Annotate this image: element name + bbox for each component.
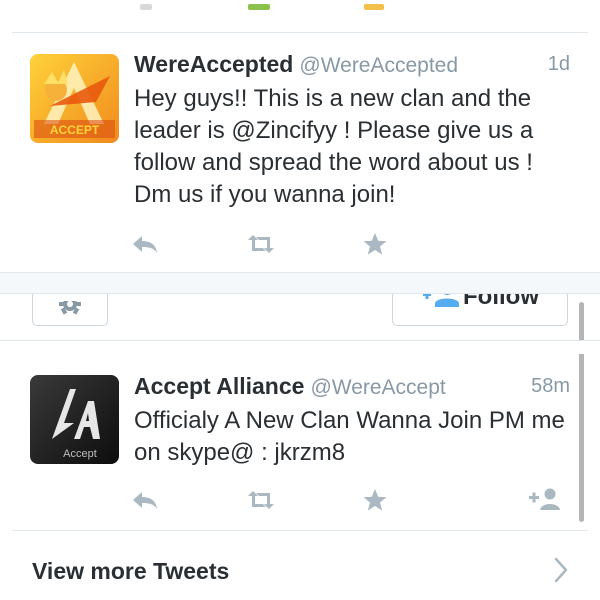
svg-text:ACCEPT: ACCEPT bbox=[50, 123, 100, 137]
reply-icon bbox=[133, 236, 157, 253]
favorite-icon-fragment bbox=[364, 4, 384, 10]
timestamp[interactable]: 1d bbox=[548, 53, 570, 76]
follow-user-icon bbox=[423, 294, 459, 307]
avatar[interactable]: ACCEPT bbox=[30, 54, 119, 143]
follow-user-button[interactable] bbox=[528, 485, 562, 515]
settings-button[interactable] bbox=[32, 294, 108, 326]
tweet-header: WereAccepted @WereAccepted 1d bbox=[134, 51, 570, 81]
handle[interactable]: @WereAccepted bbox=[299, 54, 458, 77]
star-icon bbox=[363, 489, 387, 511]
follow-user-icon bbox=[529, 488, 560, 510]
reply-icon bbox=[133, 492, 157, 509]
previous-tweet-actions-fragment bbox=[0, 0, 600, 30]
tweet-header: Accept Alliance @WereAccept 58m bbox=[134, 373, 570, 403]
favorite-button[interactable] bbox=[358, 485, 392, 515]
retweet-icon-fragment bbox=[248, 4, 270, 10]
retweet-button[interactable] bbox=[244, 485, 278, 515]
tweet-text: Hey guys!! This is a new clan and the le… bbox=[134, 85, 534, 208]
tweet[interactable]: Accept Accept Alliance @WereAccept 58m Of… bbox=[0, 355, 600, 527]
divider bbox=[0, 340, 600, 354]
reply-icon-fragment bbox=[140, 4, 152, 10]
display-name[interactable]: WereAccepted bbox=[134, 51, 293, 77]
retweet-icon bbox=[248, 491, 274, 509]
favorite-button[interactable] bbox=[358, 229, 392, 259]
timeline-separator bbox=[0, 272, 600, 294]
avatar[interactable]: Accept bbox=[30, 375, 119, 464]
retweet-icon bbox=[248, 235, 274, 253]
view-more-tweets-link[interactable]: View more Tweets bbox=[12, 530, 588, 600]
gear-icon bbox=[59, 301, 81, 315]
reply-button[interactable] bbox=[128, 485, 162, 515]
tweet-actions bbox=[0, 229, 600, 259]
reply-button[interactable] bbox=[128, 229, 162, 259]
display-name[interactable]: Accept Alliance bbox=[134, 373, 304, 399]
account-card-fragment: Follow bbox=[0, 294, 600, 340]
tweet[interactable]: ACCEPT WereAccepted @WereAccepted 1d Hey … bbox=[0, 33, 600, 271]
svg-text:Accept: Accept bbox=[63, 448, 97, 460]
handle[interactable]: @WereAccept bbox=[310, 376, 445, 399]
view-more-label: View more Tweets bbox=[32, 558, 230, 584]
follow-button[interactable]: Follow bbox=[392, 294, 568, 326]
tweet-actions bbox=[0, 485, 600, 515]
accept-logo-orange-icon: ACCEPT bbox=[30, 54, 119, 143]
timestamp[interactable]: 58m bbox=[531, 375, 570, 398]
star-icon bbox=[363, 233, 387, 255]
follow-label: Follow bbox=[463, 294, 539, 310]
chevron-right-icon bbox=[554, 557, 568, 583]
retweet-button[interactable] bbox=[244, 229, 278, 259]
accept-logo-black-icon: Accept bbox=[30, 375, 119, 464]
tweet-text: Officialy A New Clan Wanna Join PM me on… bbox=[134, 407, 565, 466]
